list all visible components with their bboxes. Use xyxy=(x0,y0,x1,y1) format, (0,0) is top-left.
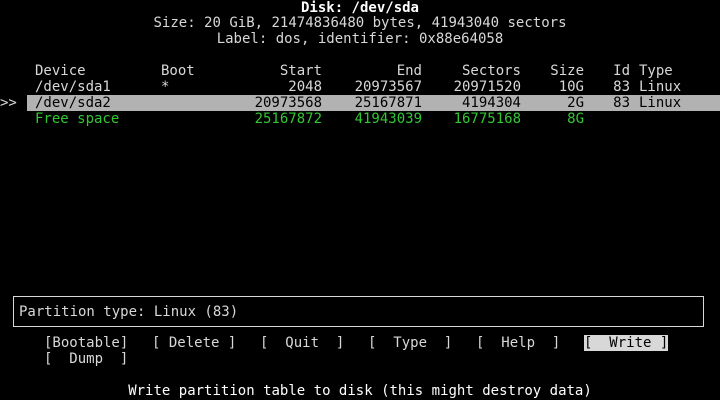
row-start: 2048 xyxy=(288,79,322,95)
row-id: 83 xyxy=(613,79,630,95)
row-size: 2G xyxy=(567,95,584,111)
row-sectors: 4194304 xyxy=(461,95,521,111)
row-sectors: 16775168 xyxy=(453,111,521,127)
disk-size-info: Size: 20 GiB, 21474836480 bytes, 4194304… xyxy=(153,15,567,31)
disk-label-info: Label: dos, identifier: 0x88e64058 xyxy=(216,31,504,47)
row-end: 20973567 xyxy=(354,79,422,95)
row-start: 20973568 xyxy=(254,95,322,111)
action-help-text: Write partition table to disk (this migh… xyxy=(128,383,592,399)
partition-row-sda1[interactable]: /dev/sda1 * 2048 20973567 20971520 10G 8… xyxy=(0,79,720,95)
row-device: Free space xyxy=(35,111,120,127)
row-size: 8G xyxy=(567,111,584,127)
partition-info-box: Partition type: Linux (83) xyxy=(13,296,704,327)
quit-button[interactable]: [ Quit ] xyxy=(260,335,344,351)
column-start: Start xyxy=(279,63,322,79)
dump-button[interactable]: [ Dump ] xyxy=(44,351,128,367)
partition-type-status: Partition type: Linux (83) xyxy=(19,304,239,320)
disk-title: Disk: /dev/sda xyxy=(300,0,419,16)
type-button[interactable]: [ Type ] xyxy=(368,335,452,351)
row-sectors: 20971520 xyxy=(453,79,521,95)
partition-row-free-space[interactable]: Free space 25167872 41943039 16775168 8G xyxy=(0,111,720,127)
write-button[interactable]: [ Write ] xyxy=(584,335,669,351)
bootable-button[interactable]: [Bootable] xyxy=(44,335,128,351)
row-end: 41943039 xyxy=(354,111,422,127)
column-device: Device xyxy=(35,63,86,79)
selected-row-highlight: /dev/sda2 20973568 25167871 4194304 2G 8… xyxy=(27,95,720,111)
selection-marker: >> xyxy=(0,95,17,111)
partition-row-sda2[interactable]: >> /dev/sda2 20973568 25167871 4194304 2… xyxy=(0,95,720,111)
row-end: 25167871 xyxy=(354,95,422,111)
row-id: 83 xyxy=(613,95,630,111)
column-sectors: Sectors xyxy=(461,63,521,79)
column-id: Id xyxy=(613,63,630,79)
row-start: 25167872 xyxy=(254,111,322,127)
column-type: Type xyxy=(639,63,673,79)
column-end: End xyxy=(396,63,422,79)
row-type: Linux xyxy=(639,95,682,111)
delete-button[interactable]: [ Delete ] xyxy=(152,335,236,351)
row-boot-flag: * xyxy=(161,79,170,95)
column-boot: Boot xyxy=(161,63,195,79)
row-device: /dev/sda1 xyxy=(35,79,111,95)
help-button[interactable]: [ Help ] xyxy=(476,335,560,351)
row-device: /dev/sda2 xyxy=(35,95,111,111)
table-header: Device Boot Start End Sectors Size Id Ty… xyxy=(0,63,720,79)
column-size: Size xyxy=(550,63,584,79)
row-size: 10G xyxy=(558,79,584,95)
row-type: Linux xyxy=(639,79,682,95)
